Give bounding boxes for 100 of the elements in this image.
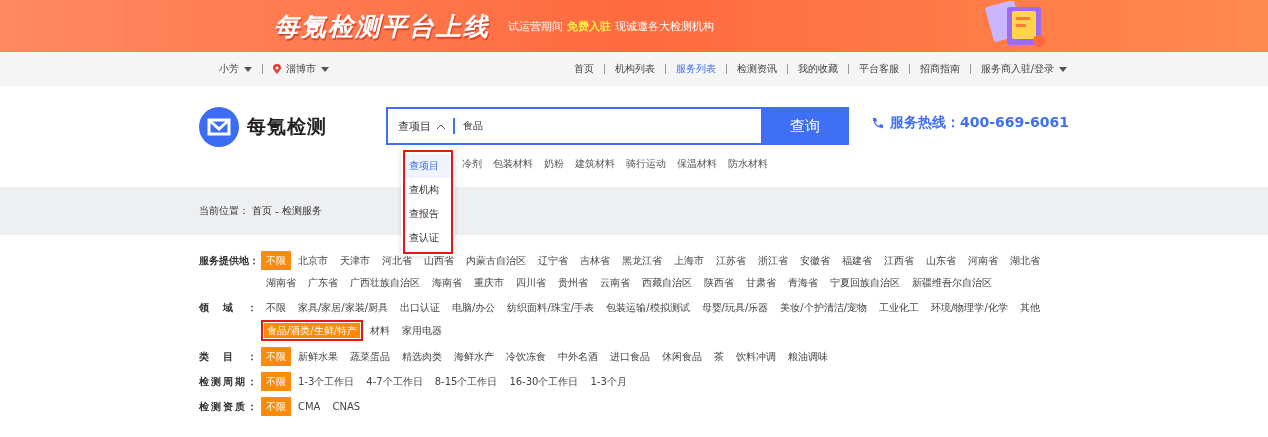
filter-option[interactable]: 蔬菜蛋品 bbox=[345, 347, 395, 366]
filter-option[interactable]: 云南省 bbox=[595, 273, 635, 292]
filter-option[interactable]: 包装运输/模拟测试 bbox=[601, 298, 695, 317]
caret-icon bbox=[321, 66, 329, 72]
breadcrumb-label: 当前位置： bbox=[199, 204, 249, 218]
breadcrumb-link[interactable]: 首页 bbox=[252, 204, 272, 218]
search-button[interactable]: 查询 bbox=[760, 107, 849, 145]
filter-option[interactable]: 粮油调味 bbox=[783, 347, 833, 366]
nav-link[interactable]: 检测资讯 bbox=[736, 62, 777, 76]
filter-option[interactable]: 天津市 bbox=[335, 251, 375, 270]
filter-option[interactable]: 环境/物理学/化学 bbox=[926, 298, 1013, 317]
filter-option[interactable]: 海鲜水产 bbox=[449, 347, 499, 366]
filter-option[interactable]: 冷饮冻食 bbox=[501, 347, 551, 366]
filter-option[interactable]: 黑龙江省 bbox=[617, 251, 667, 270]
caret-up-icon bbox=[436, 123, 445, 129]
filter-option[interactable]: 材料 bbox=[365, 321, 396, 340]
filter-option[interactable]: CMA bbox=[293, 397, 326, 416]
filter-option[interactable]: 新疆维吾尔自治区 bbox=[907, 273, 997, 292]
filter-option[interactable]: 浙江省 bbox=[753, 251, 793, 270]
filter-option[interactable]: 甘肃省 bbox=[741, 273, 781, 292]
filter-option[interactable]: 广东省 bbox=[303, 273, 343, 292]
filter-option[interactable]: 饮料冲调 bbox=[731, 347, 781, 366]
filter-option[interactable]: 16-30个工作日 bbox=[504, 372, 584, 391]
filter-option[interactable]: 8-15个工作日 bbox=[429, 372, 503, 391]
filter-option[interactable]: 北京市 bbox=[293, 251, 333, 270]
filter-option[interactable]: 贵州省 bbox=[553, 273, 593, 292]
hot-search-link[interactable]: 包装材料 bbox=[492, 157, 533, 171]
filter-option[interactable]: 上海市 bbox=[669, 251, 709, 270]
filter-option[interactable]: 吉林省 bbox=[575, 251, 615, 270]
filter-option[interactable]: 母婴/玩具/乐器 bbox=[696, 298, 774, 317]
filter-option[interactable]: 美妆/个护清洁/宠物 bbox=[775, 298, 873, 317]
filter-option[interactable]: 内蒙古自治区 bbox=[461, 251, 531, 270]
menu-item[interactable]: 查机构 bbox=[405, 178, 451, 202]
filter-option[interactable]: 河北省 bbox=[377, 251, 417, 270]
filter-option[interactable]: 家具/家居/家装/厨具 bbox=[293, 298, 394, 317]
filter-option[interactable]: 家用电器 bbox=[397, 321, 448, 340]
nav-link[interactable]: 我的收藏 bbox=[797, 62, 838, 76]
banner-text: 现诚邀各大检测机构 bbox=[615, 18, 714, 34]
menu-item[interactable]: 查报告 bbox=[405, 202, 451, 226]
filter-label: 服务提供地： bbox=[199, 254, 257, 268]
nav-link[interactable]: 服务商入驻/登录 bbox=[980, 62, 1067, 76]
filter-option[interactable]: 江西省 bbox=[879, 251, 919, 270]
nav-link[interactable]: 机构列表 bbox=[614, 62, 655, 76]
menu-item[interactable]: 查项目 bbox=[405, 154, 451, 178]
filter-option[interactable]: 广西壮族自治区 bbox=[345, 273, 425, 292]
filter-option[interactable]: 工业化工 bbox=[874, 298, 925, 317]
breadcrumb-link[interactable]: 检测服务 bbox=[281, 204, 322, 218]
user-menu[interactable]: 小芳 bbox=[219, 62, 252, 76]
filter-option[interactable]: 湖北省 bbox=[1005, 251, 1045, 270]
breadcrumb-separator: - bbox=[275, 205, 279, 217]
hotline-number: 服务热线：400-669-6061 bbox=[889, 114, 1069, 132]
filter-option[interactable]: 河南省 bbox=[963, 251, 1003, 270]
location-pin-icon bbox=[273, 64, 281, 74]
filter-option[interactable]: 精选肉类 bbox=[397, 347, 447, 366]
nav-link[interactable]: 招商指南 bbox=[919, 62, 960, 76]
nav-link[interactable]: 平台客服 bbox=[858, 62, 899, 76]
banner-highlight: 免费入驻 bbox=[567, 18, 611, 34]
filter-option[interactable]: 山东省 bbox=[921, 251, 961, 270]
filter-option[interactable]: 四川省 bbox=[511, 273, 551, 292]
filter-option[interactable]: 中外名酒 bbox=[553, 347, 603, 366]
hot-search-link[interactable]: 保温材料 bbox=[676, 157, 717, 171]
filter-option[interactable]: 青海省 bbox=[783, 273, 823, 292]
filter-option[interactable]: 江苏省 bbox=[711, 251, 751, 270]
search-field[interactable]: 查项目 食品 查询 bbox=[385, 107, 849, 145]
filter-option[interactable]: 新鲜水果 bbox=[293, 347, 343, 366]
filter-option[interactable]: 不限 bbox=[261, 298, 291, 317]
filter-option[interactable]: 陕西省 bbox=[699, 273, 739, 292]
filter-option[interactable]: 电脑/办公 bbox=[447, 298, 501, 317]
hot-search-link[interactable]: 奶粉 bbox=[543, 157, 564, 171]
filter-option[interactable]: 1-3个工作日 bbox=[293, 372, 360, 391]
filter-label: 领域： bbox=[199, 301, 257, 315]
nav-link[interactable]: 首页 bbox=[573, 62, 594, 76]
filter-option[interactable]: 进口食品 bbox=[605, 347, 655, 366]
city-selector[interactable]: 淄博市 bbox=[273, 62, 329, 76]
filter-option[interactable]: 茶 bbox=[709, 347, 729, 366]
hot-search-link[interactable]: 冷剂 bbox=[461, 157, 482, 171]
hot-search-link[interactable]: 建筑材料 bbox=[574, 157, 615, 171]
nav-link[interactable]: 服务列表 bbox=[675, 62, 716, 76]
filter-option[interactable]: 海南省 bbox=[427, 273, 467, 292]
filter-option[interactable]: 出口认证 bbox=[395, 298, 446, 317]
filter-option[interactable]: 重庆市 bbox=[469, 273, 509, 292]
filter-option[interactable]: 其他 bbox=[1014, 298, 1045, 317]
filter-option[interactable]: 西藏自治区 bbox=[637, 273, 697, 292]
filter-option[interactable]: 休闲食品 bbox=[657, 347, 707, 366]
menu-item[interactable]: 查认证 bbox=[405, 226, 451, 250]
filter-option[interactable]: 辽宁省 bbox=[533, 251, 573, 270]
filter-option[interactable]: 安徽省 bbox=[795, 251, 835, 270]
hot-search-link[interactable]: 骑行运动 bbox=[625, 157, 666, 171]
filter-option[interactable]: 纺织面料/珠宝/手表 bbox=[502, 298, 600, 317]
filter-option[interactable]: 福建省 bbox=[837, 251, 877, 270]
filter-option[interactable]: 1-3个月 bbox=[585, 372, 632, 391]
hot-search-link[interactable]: 防水材料 bbox=[727, 157, 768, 171]
banner-title: 每氪检测平台上线 bbox=[274, 10, 490, 43]
filter-option[interactable]: 宁夏回族自治区 bbox=[825, 273, 905, 292]
filter-option[interactable]: CNAS bbox=[327, 397, 366, 416]
filter-label: 检测周期： bbox=[199, 375, 257, 389]
filter-option[interactable]: 4-7个工作日 bbox=[361, 372, 428, 391]
filter-option[interactable]: 湖南省 bbox=[261, 273, 301, 292]
phone-icon bbox=[870, 116, 884, 130]
caret-icon bbox=[244, 66, 252, 72]
